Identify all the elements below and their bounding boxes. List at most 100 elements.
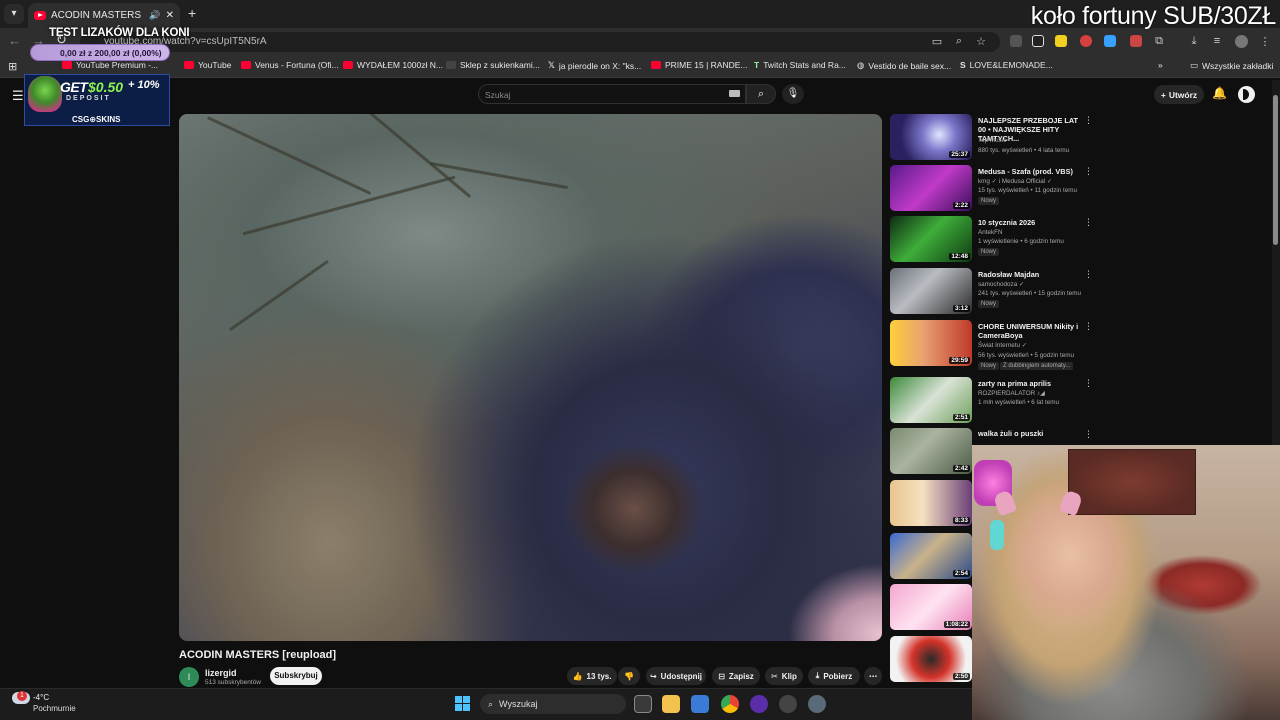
channel-avatar[interactable]: l [179,667,199,687]
bookmark-item[interactable]: YouTube [184,60,231,70]
bookmark-item[interactable]: 𝕏ja pierodle on X: "ks... [548,60,641,71]
more-bookmarks-chevron-icon[interactable]: » [1158,60,1163,70]
scrollbar-thumb[interactable] [1273,95,1278,245]
extension-icon[interactable] [1080,35,1092,47]
download-icon[interactable]: ⤓ [1187,35,1201,48]
bookmark-item[interactable]: ◍ Vestido de baile sex... [857,60,951,71]
bookmark-item[interactable]: Venus - Fortuna (Ofi... [241,60,339,70]
clip-button[interactable]: ✂ Klip [765,667,803,685]
more-options-icon[interactable]: ⋮ [1084,429,1093,440]
file-explorer-icon[interactable] [662,695,680,713]
bookmark-item[interactable]: YouTube Premium -... [62,60,158,70]
bookmark-item[interactable]: S LOVE&LEMONADE... [960,60,1053,70]
profile-avatar-icon[interactable] [1235,35,1248,48]
recommendation-title[interactable]: zarty na prima aprilis [978,379,1080,388]
more-options-icon[interactable]: ⋮ [1084,115,1093,126]
recommendation-title[interactable]: Medusa - Szafa (prod. VBS) [978,167,1080,176]
recommendation-channel[interactable]: ROZPIERDALATOR ♪◢ [978,390,1045,397]
notifications-bell-icon[interactable]: 🔔 [1212,86,1227,100]
recommendation-channel[interactable]: kmg ✓ i Medusa Official ✓ [978,178,1052,185]
save-button[interactable]: ⊟ Zapisz [712,667,760,685]
bookmark-star-icon[interactable]: ☆ [974,35,988,48]
search-input[interactable] [478,84,746,104]
recommendation-thumbnail[interactable]: 2:54 [890,533,972,579]
recommendation-channel[interactable]: samochodoza ✓ [978,281,1024,288]
tab-search-dropdown-icon[interactable]: ▾ [4,4,24,24]
recommendation-thumbnail[interactable]: 29:59 [890,320,972,366]
channel-name[interactable]: lizergid [205,668,237,678]
download-label: Pobierz [823,671,853,681]
save-label: Zapisz [728,671,754,681]
new-tab-button[interactable]: + [188,5,196,21]
extension-icon[interactable] [1055,35,1067,47]
back-arrow-icon[interactable]: ← [8,33,21,48]
extension-icon[interactable] [1130,35,1142,47]
recommendation-thumbnail[interactable]: 3:12 [890,268,972,314]
recommendation-thumbnail[interactable]: 2:22 [890,165,972,211]
more-options-icon[interactable]: ⋮ [1084,269,1093,280]
all-bookmarks-folder[interactable]: ▭ Wszystkie zakładki [1190,60,1273,71]
save-bookmark-icon: ⊟ [718,671,725,681]
obs-app-icon[interactable] [750,695,768,713]
weather-temperature[interactable]: -4°C [33,693,49,702]
voice-search-button[interactable]: 🎙 [782,84,804,104]
close-tab-icon[interactable]: ✕ [166,10,174,21]
task-view-icon[interactable] [634,695,652,713]
bookmark-item[interactable]: PRIME 15 | RANDE... [651,60,748,70]
recommendation-title[interactable]: 10 stycznia 2026 [978,218,1080,227]
bookmark-item[interactable]: WYDAŁEM 1000zł N... [343,60,443,70]
media-control-icon[interactable]: ≡ [1210,35,1224,47]
video-player[interactable] [179,114,882,641]
recommendation-thumbnail[interactable]: 2:51 [890,377,972,423]
zoom-icon[interactable]: ⌕ [952,35,966,48]
recommendation-thumbnail[interactable]: 12:48 [890,216,972,262]
recommendation-thumbnail[interactable]: 25:37 [890,114,972,160]
microsoft-store-icon[interactable] [691,695,709,713]
create-button[interactable]: + Utwórz [1154,85,1204,104]
more-actions-button[interactable]: ⋯ [864,667,882,685]
subscribe-button[interactable]: Subskrybuj [270,667,322,685]
bookmark-label: Sklep z sukienkami... [460,60,540,70]
active-tab[interactable]: ACODIN MASTERS [reupload] 🔊 ✕ [28,3,180,28]
speaker-icon[interactable]: 🔊 [149,10,160,21]
search-button[interactable]: ⌕ [746,84,776,104]
extension-icon[interactable] [1010,35,1022,47]
bookmark-label: PRIME 15 | RANDE... [665,60,748,70]
settings-gear-icon[interactable] [808,695,826,713]
app-icon[interactable] [779,695,797,713]
download-button[interactable]: ⤓ Pobierz [808,667,860,685]
dislike-button[interactable]: 👎 [618,667,640,685]
recommendation-channel[interactable]: Świat Internetu ✓ [978,342,1027,349]
weather-condition[interactable]: Pochmurnie [33,704,76,713]
more-options-icon[interactable]: ⋮ [1084,166,1093,177]
bookmark-item[interactable]: T Twitch Stats and Ra... [754,60,846,70]
more-options-icon[interactable]: ⋮ [1084,217,1093,228]
recommendation-thumbnail[interactable]: 8:33 [890,480,972,526]
more-options-icon[interactable]: ⋮ [1084,378,1093,389]
recommendation-channel[interactable]: Top Music [978,137,1006,144]
like-button[interactable]: 👍 13 tys. [567,667,617,685]
recommendation-title[interactable]: walka żuli o puszki [978,429,1080,438]
share-button[interactable]: ↪ Udostępnij [646,667,706,685]
windows-start-icon[interactable] [455,696,471,712]
recommendation-title[interactable]: Radosław Majdan [978,270,1080,279]
browser-menu-icon[interactable]: ⋮ [1258,35,1272,48]
keyboard-icon[interactable] [729,90,740,97]
recommendation-thumbnail[interactable]: 1:08:22 [890,584,972,630]
bookmark-item[interactable]: Sklep z sukienkami... [446,60,540,70]
chrome-icon[interactable] [721,695,739,713]
extension-icon[interactable] [1104,35,1116,47]
account-avatar[interactable] [1238,86,1255,103]
more-options-icon[interactable]: ⋮ [1084,321,1093,332]
headset-light [990,520,1004,550]
recommendation-channel[interactable]: AntekFN [978,229,1003,236]
extensions-puzzle-icon[interactable]: ⧉ [1152,35,1166,48]
recommendation-thumbnail[interactable]: 2:50 [890,636,972,682]
hamburger-menu-icon[interactable]: ☰ [12,88,24,104]
extension-icon[interactable] [1032,35,1044,47]
apps-grid-icon[interactable]: ⊞ [8,60,17,73]
taskbar-search[interactable]: ⌕ Wyszukaj [480,694,626,714]
recommendation-title[interactable]: CHORE UNIWERSUM Nikity i CameraBoya [978,322,1080,340]
recommendation-thumbnail[interactable]: 2:42 [890,428,972,474]
cast-icon[interactable]: ▭ [930,35,944,48]
